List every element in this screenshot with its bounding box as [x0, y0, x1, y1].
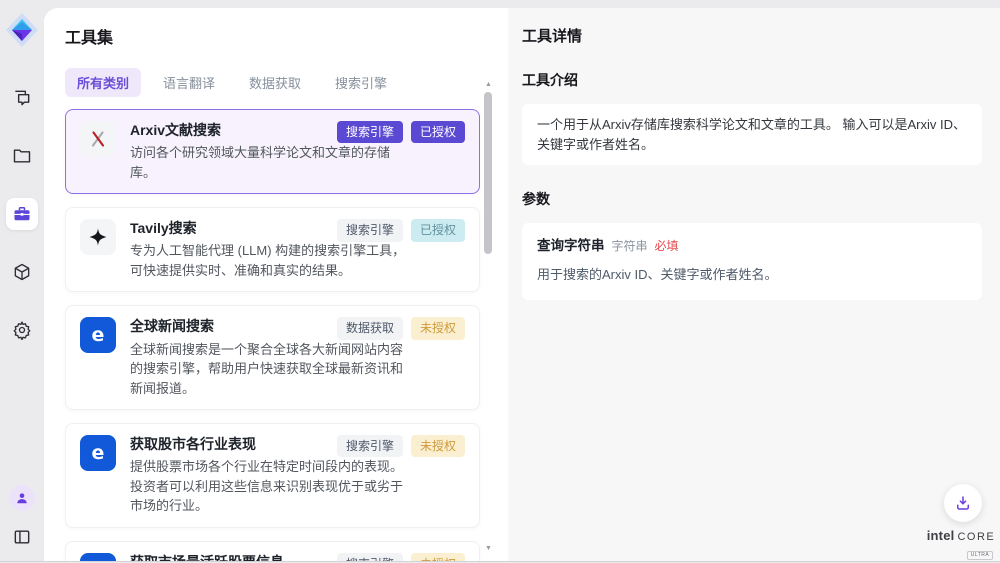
tool-description: 提供股票市场各个行业在特定时间段内的表现。投资者可以利用这些信息来识别表现优于或…: [130, 457, 408, 516]
tool-card-global-news[interactable]: e 全球新闻搜索 全球新闻搜索是一个聚合全球各大新闻网站内容的搜索引擎，帮助用户…: [65, 305, 480, 410]
nav-models-button[interactable]: [6, 256, 38, 288]
gear-icon: [12, 320, 32, 340]
nav-tools-button[interactable]: [6, 198, 38, 230]
auth-status-badge: 已授权: [411, 219, 465, 241]
auth-status-badge: 已授权: [411, 121, 465, 143]
param-type: 字符串: [612, 237, 648, 255]
scroll-down-arrow[interactable]: ▼: [483, 544, 494, 554]
category-badge: 数据获取: [337, 317, 403, 339]
tab-all-categories[interactable]: 所有类别: [65, 68, 141, 97]
left-sidebar: [0, 0, 44, 563]
window-bottom-edge: [0, 561, 1000, 562]
tavily-star-icon: [80, 219, 116, 255]
nav-files-button[interactable]: [6, 140, 38, 172]
tool-description: 访问各个研究领域大量科学论文和文章的存储库。: [130, 143, 408, 182]
app-logo[interactable]: [5, 12, 39, 48]
tool-card-sector-performance[interactable]: e 获取股市各行业表现 提供股票市场各个行业在特定时间段内的表现。投资者可以利用…: [65, 423, 480, 528]
tool-list-panel: 工具集 所有类别 语言翻译 数据获取 搜索引擎 Arxiv文献搜索 访问各个研究…: [44, 8, 508, 561]
param-description: 用于搜索的Arxiv ID、关键字或作者姓名。: [537, 265, 967, 285]
folder-icon: [12, 146, 32, 166]
tool-card-arxiv[interactable]: Arxiv文献搜索 访问各个研究领域大量科学论文和文章的存储库。 搜索引擎 已授…: [65, 109, 480, 194]
tool-card-list: Arxiv文献搜索 访问各个研究领域大量科学论文和文章的存储库。 搜索引擎 已授…: [65, 109, 480, 561]
user-avatar[interactable]: [9, 485, 35, 511]
tab-data-acquisition[interactable]: 数据获取: [237, 68, 313, 97]
download-icon: [954, 494, 972, 512]
chat-icon: [12, 88, 32, 108]
auth-status-badge: 未授权: [411, 435, 465, 457]
tool-card-most-active-stocks[interactable]: e 获取市场最活跃股票信息 提供当天交易量最高的股票列表，投资者可以利用这些信息…: [65, 541, 480, 561]
intro-heading: 工具介绍: [522, 70, 982, 90]
collapse-sidebar-button[interactable]: [6, 521, 38, 553]
nav-chat-button[interactable]: [6, 82, 38, 114]
intel-core-logo: intel core Ultra: [926, 528, 996, 561]
params-heading: 参数: [522, 189, 982, 209]
tool-card-tavily[interactable]: Tavily搜索 专为人工智能代理 (LLM) 构建的搜索引擎工具，可快速提供实…: [65, 207, 480, 292]
scrollbar-thumb[interactable]: [484, 92, 492, 254]
page-title: 工具集: [65, 24, 508, 48]
tab-language-translation[interactable]: 语言翻译: [151, 68, 227, 97]
nav-settings-button[interactable]: [6, 314, 38, 346]
juhe-e-icon: e: [80, 317, 116, 353]
category-badge: 搜索引擎: [337, 553, 403, 561]
intel-wordmark: intel: [927, 528, 955, 543]
param-required-flag: 必填: [655, 237, 679, 255]
ultra-badge: Ultra: [967, 551, 994, 560]
cube-icon: [12, 262, 32, 282]
content-shell: 工具集 所有类别 语言翻译 数据获取 搜索引擎 Arxiv文献搜索 访问各个研究…: [44, 8, 1000, 561]
app-logo-icon: [5, 12, 39, 48]
juhe-e-icon: e: [80, 553, 116, 561]
param-name: 查询字符串: [537, 236, 605, 256]
tool-intro-box: 一个用于从Arxiv存储库搜索科学论文和文章的工具。 输入可以是Arxiv ID…: [522, 104, 982, 165]
juhe-e-icon: e: [80, 435, 116, 471]
category-badge: 搜索引擎: [337, 121, 403, 143]
category-badge: 搜索引擎: [337, 435, 403, 457]
core-wordmark: core: [957, 531, 995, 543]
detail-title: 工具详情: [522, 25, 982, 46]
scroll-up-arrow[interactable]: ▲: [483, 80, 494, 90]
tool-description: 全球新闻搜索是一个聚合全球各大新闻网站内容的搜索引擎，帮助用户快速获取全球最新资…: [130, 340, 408, 399]
list-scrollbar[interactable]: ▲ ▼: [483, 80, 494, 554]
download-button[interactable]: [944, 484, 982, 522]
category-badge: 搜索引擎: [337, 219, 403, 241]
collapse-panel-icon: [12, 527, 32, 547]
tab-search-engine[interactable]: 搜索引擎: [323, 68, 399, 97]
tool-description: 专为人工智能代理 (LLM) 构建的搜索引擎工具，可快速提供实时、准确和真实的结…: [130, 241, 408, 280]
person-icon: [15, 491, 29, 505]
arxiv-x-icon: [80, 121, 116, 157]
parameter-box: 查询字符串 字符串 必填 用于搜索的Arxiv ID、关键字或作者姓名。: [522, 223, 982, 300]
tool-detail-panel: 工具详情 工具介绍 一个用于从Arxiv存储库搜索科学论文和文章的工具。 输入可…: [508, 8, 1000, 561]
toolbox-icon: [12, 204, 32, 224]
category-tabs: 所有类别 语言翻译 数据获取 搜索引擎: [65, 68, 508, 97]
auth-status-badge: 未授权: [411, 553, 465, 561]
auth-status-badge: 未授权: [411, 317, 465, 339]
